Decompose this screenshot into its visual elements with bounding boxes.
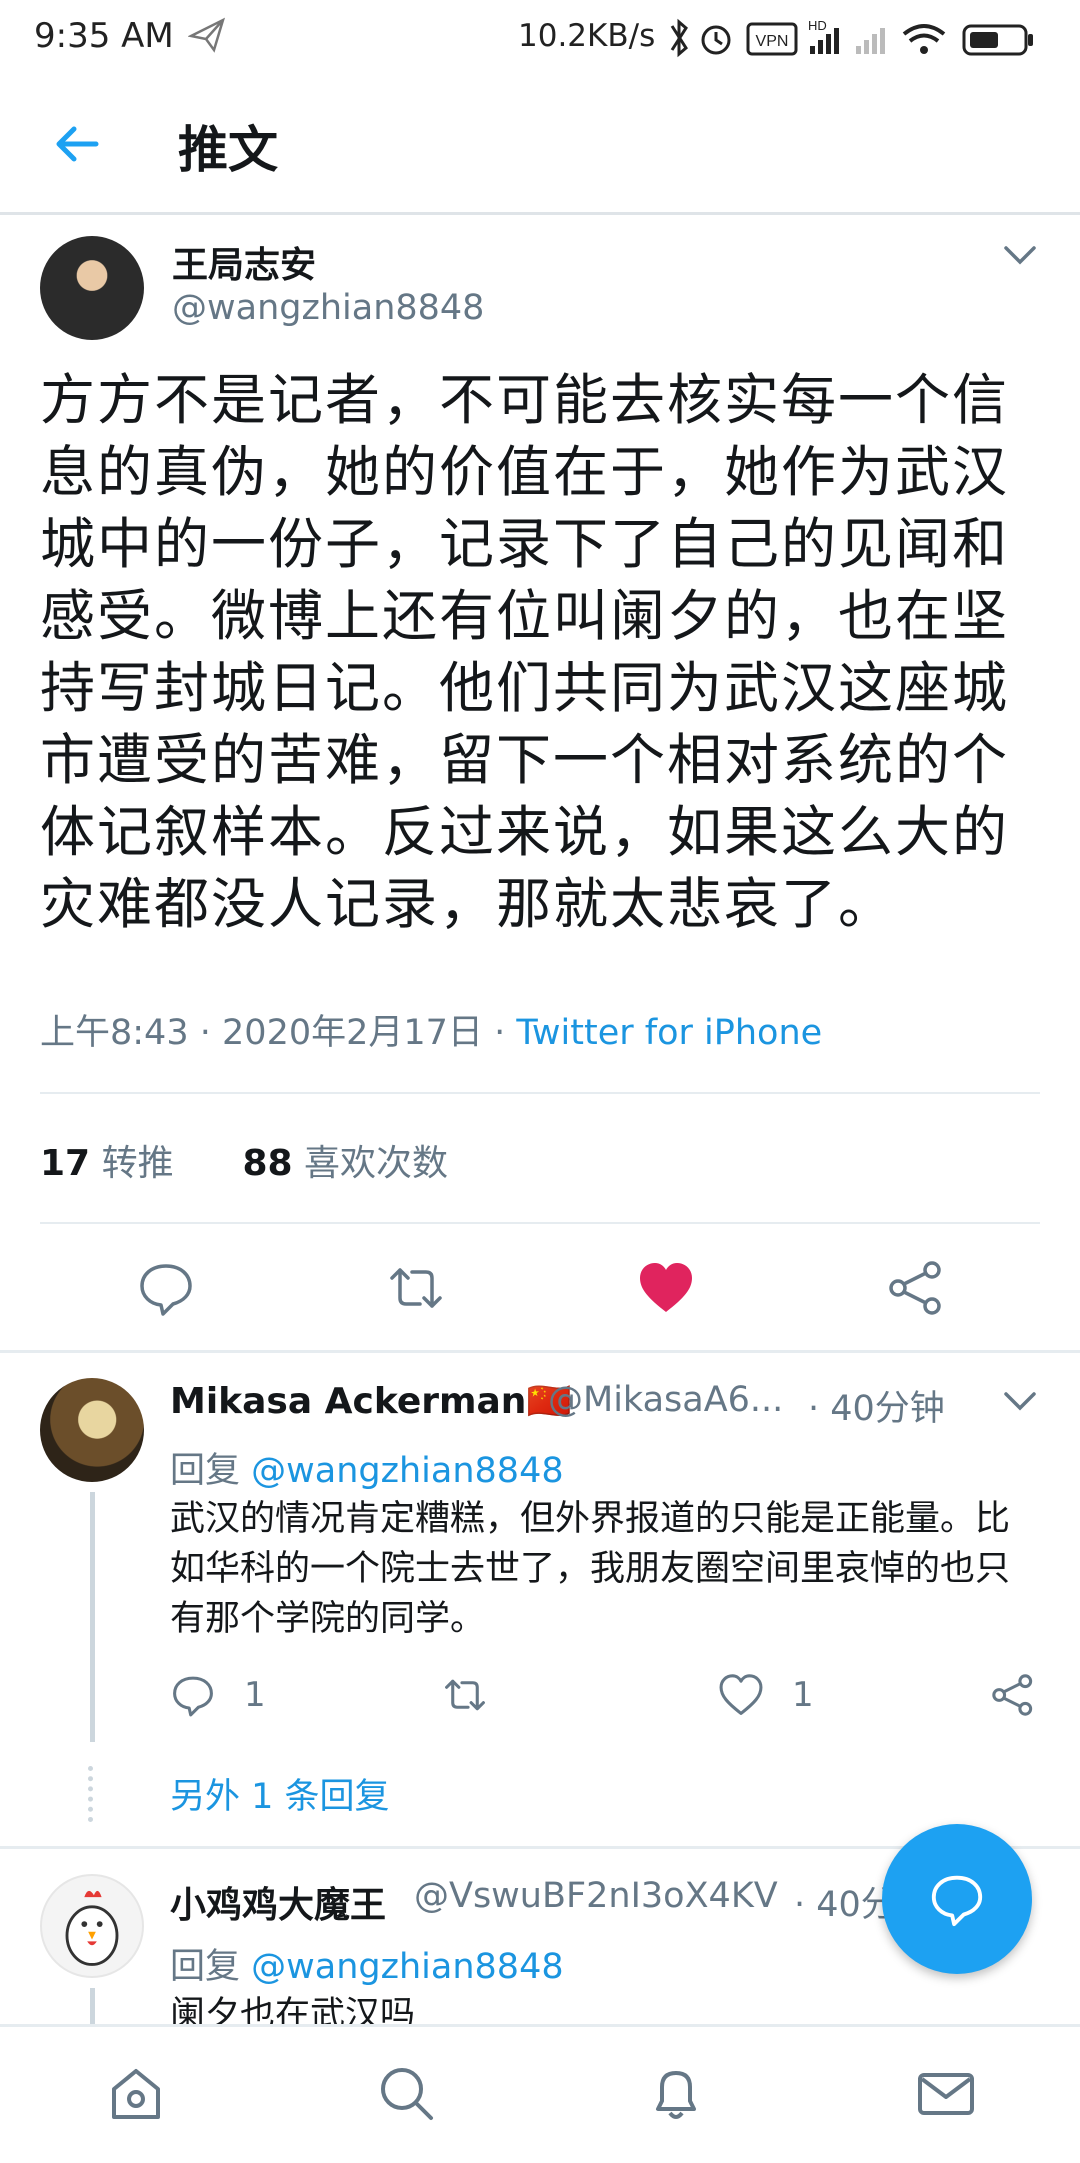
signal-icon: HD — [808, 18, 885, 54]
reply-avatar[interactable] — [40, 1378, 144, 1482]
reply-count: 1 — [244, 1675, 266, 1715]
status-icons: VPN HD — [670, 18, 1033, 58]
reply-retweet-button[interactable] — [442, 1670, 516, 1720]
replying-to-prefix: 回复 — [170, 1451, 241, 1491]
app-header: 推文 — [0, 74, 1080, 215]
thread-dots — [88, 1766, 98, 1822]
compose-reply-button[interactable] — [882, 1824, 1032, 1974]
reply-compose-icon — [931, 1875, 983, 1927]
status-time: 9:35 AM — [34, 16, 174, 56]
reply-icon[interactable] — [136, 1258, 196, 1318]
tweet-source-link[interactable]: Twitter for iPhone — [516, 1013, 822, 1053]
replying-to-prefix: 回复 — [170, 1947, 241, 1987]
reply-text: 武汉的情况肯定糟糕，但外界报道的只能是正能量。比如华科的一个院士去世了，我朋友圈… — [170, 1499, 1011, 1639]
reply-like-count: 1 — [792, 1675, 814, 1715]
wifi-icon — [902, 24, 946, 54]
battery-icon — [962, 24, 1033, 56]
alarm-icon — [701, 25, 731, 55]
bottom-nav — [0, 2024, 1080, 2163]
reply-author-handle[interactable]: @VswuBF2nI3oX4KV — [414, 1876, 778, 1916]
meta-separator: · — [199, 1013, 211, 1053]
retweet-icon[interactable] — [386, 1258, 446, 1318]
vpn-icon: VPN — [746, 22, 798, 56]
meta-separator: · — [494, 1013, 506, 1053]
retweet-icon — [445, 1679, 485, 1711]
retweet-count: 17 — [40, 1143, 91, 1184]
reply-share-button[interactable] — [990, 1670, 1064, 1720]
network-speed: 10.2KB/s — [518, 18, 656, 54]
reply-author-name-text: Mikasa Ackerman — [170, 1381, 527, 1422]
divider — [40, 1092, 1040, 1094]
bluetooth-icon — [670, 18, 688, 58]
chicken-avatar-icon — [65, 1890, 119, 1966]
chevron-down-icon[interactable] — [1000, 240, 1040, 270]
back-arrow-icon[interactable] — [52, 118, 104, 170]
heart-icon — [719, 1674, 763, 1715]
like-stat[interactable]: 88 喜欢次数 — [242, 1143, 448, 1184]
thread-line — [90, 1492, 95, 1742]
reply-author-name[interactable]: 小鸡鸡大魔王 — [170, 1876, 386, 1928]
search-icon[interactable] — [376, 2063, 436, 2123]
show-more-replies-link[interactable]: 另外 1 条回复 — [170, 1768, 390, 1819]
tweet-time: 上午8:43 — [40, 1013, 189, 1053]
reply-like-button[interactable]: 1 — [718, 1670, 814, 1720]
tweet-date: 2020年2月17日 — [222, 1013, 483, 1053]
status-bar: 9:35 AM 10.2KB/s VPN HD — [0, 0, 1080, 74]
messages-icon[interactable] — [916, 2063, 976, 2123]
replying-to-mention[interactable]: @wangzhian8848 — [251, 1451, 563, 1491]
page-title: 推文 — [178, 121, 278, 179]
tweet-text: 方方不是记者，不可能去核实每一个信息的真伪，她的价值在于，她作为武汉城中的一份子… — [40, 368, 1010, 936]
replying-to: 回复 @wangzhian8848 — [170, 1938, 564, 1989]
tweet-meta: 上午8:43 · 2020年2月17日 · Twitter for iPhone — [40, 1004, 822, 1055]
reply-time: · 40分 — [794, 1885, 896, 1925]
notifications-icon[interactable] — [646, 2063, 706, 2123]
replying-to-mention[interactable]: @wangzhian8848 — [251, 1947, 563, 1987]
svg-text:VPN: VPN — [756, 33, 789, 50]
svg-text:HD: HD — [808, 18, 827, 33]
retweet-label: 转推 — [101, 1143, 174, 1184]
like-heart-icon[interactable] — [636, 1258, 696, 1318]
like-count: 88 — [242, 1143, 293, 1184]
share-icon — [992, 1674, 1033, 1716]
retweet-stat[interactable]: 17 转推 — [40, 1143, 174, 1184]
share-icon[interactable] — [886, 1258, 946, 1318]
reply-avatar[interactable] — [40, 1874, 144, 1978]
reply-reply-button[interactable]: 1 — [170, 1670, 266, 1720]
author-name[interactable]: 王局志安 — [172, 236, 316, 288]
author-avatar[interactable] — [40, 236, 144, 340]
author-handle[interactable]: @wangzhian8848 — [172, 288, 484, 328]
reply-author-handle[interactable]: @MikasaA6... — [548, 1380, 783, 1420]
replying-to: 回复 @wangzhian8848 — [170, 1442, 564, 1493]
reply-icon — [173, 1676, 213, 1717]
reply-author-name[interactable]: Mikasa Ackerman🇨🇳 — [170, 1380, 571, 1422]
home-icon[interactable] — [106, 2063, 166, 2123]
reply-time: · 40分钟 — [808, 1389, 945, 1429]
chevron-down-icon[interactable] — [1000, 1386, 1040, 1416]
divider — [40, 1222, 1040, 1224]
like-label: 喜欢次数 — [304, 1143, 449, 1184]
section-separator — [0, 1350, 1080, 1353]
tweet-stats: 17 转推 88 喜欢次数 — [40, 1134, 448, 1186]
thread-line — [90, 1988, 95, 2028]
send-icon — [188, 17, 226, 53]
tweet-action-bar — [0, 1240, 1080, 1340]
